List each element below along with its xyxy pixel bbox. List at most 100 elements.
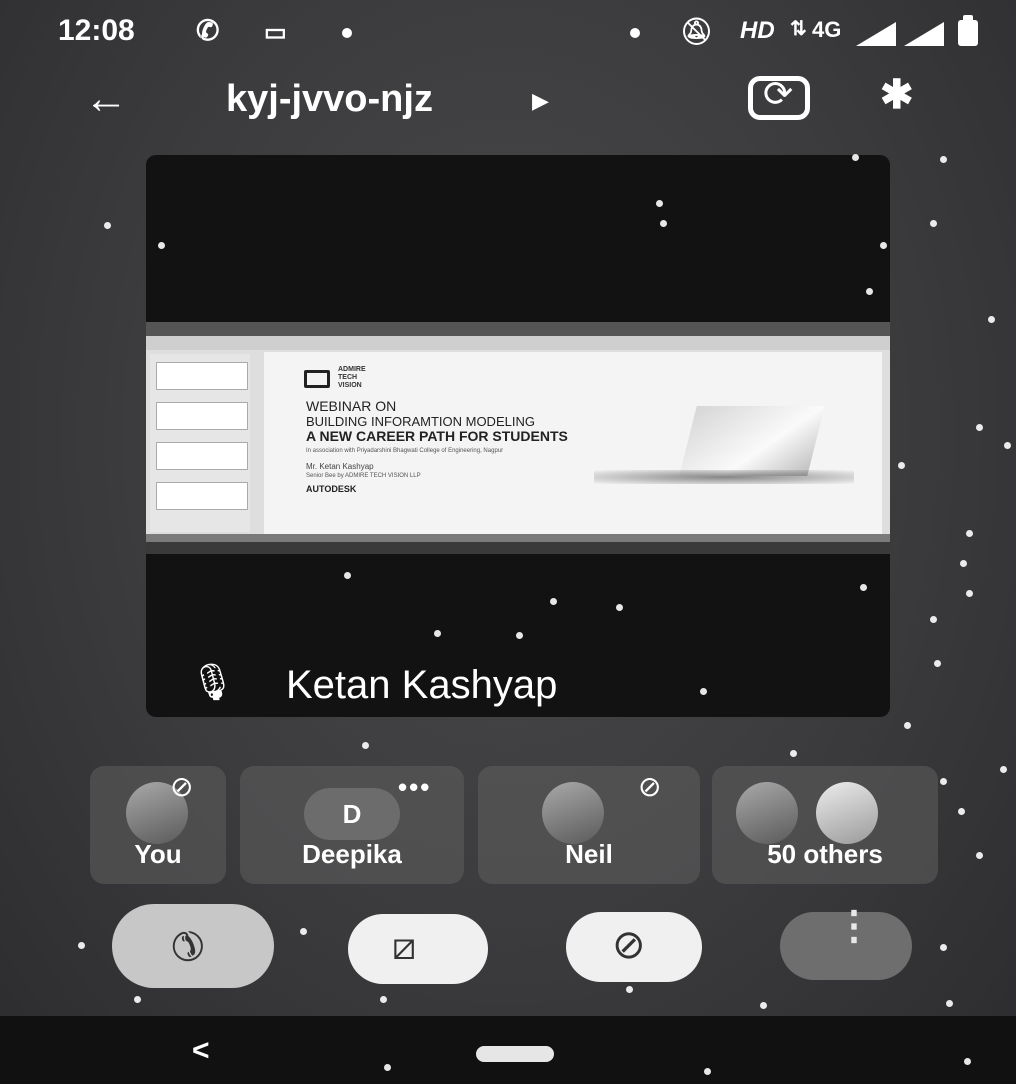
participant-name: Neil xyxy=(565,839,613,869)
speck xyxy=(700,688,707,695)
slide-presenter-role: Senior Bee by ADMIRE TECH VISION LLP xyxy=(306,473,421,479)
participant-tile-deepika[interactable]: D ••• Deepika xyxy=(240,766,464,884)
participant-tile-you[interactable]: ⊘ You xyxy=(90,766,226,884)
notification-dot-icon xyxy=(342,28,352,38)
speck xyxy=(790,750,797,757)
participant-name: Deepika xyxy=(302,839,402,869)
participant-tile-others[interactable]: 50 others xyxy=(712,766,938,884)
autodesk-logo: AUTODESK xyxy=(306,484,357,494)
mic-toggle-button[interactable]: ⊘ xyxy=(566,912,702,982)
mic-off-icon: ⊘ xyxy=(170,771,194,802)
speck xyxy=(384,1064,391,1071)
back-arrow-icon[interactable]: ← xyxy=(84,74,128,124)
speck xyxy=(958,808,965,815)
speck xyxy=(1004,442,1011,449)
camera-toggle-button[interactable]: ⧄ xyxy=(348,914,488,984)
slide-thumbnail xyxy=(156,482,248,510)
bluetooth-icon[interactable]: ✱ xyxy=(880,72,914,118)
slide-thumbnail xyxy=(156,362,248,390)
speck xyxy=(930,616,937,623)
more-dots-icon[interactable]: ••• xyxy=(398,772,431,803)
speck xyxy=(344,572,351,579)
speck xyxy=(898,462,905,469)
camera-off-icon: ⧄ xyxy=(392,926,417,968)
app-toolbar xyxy=(146,322,890,336)
participant-tile-neil[interactable]: ⊘ Neil xyxy=(478,766,700,884)
speck xyxy=(860,584,867,591)
shared-taskbar xyxy=(146,542,890,554)
mic-off-icon: 🎙︎ xyxy=(190,661,236,702)
speck xyxy=(626,986,633,993)
avatar xyxy=(542,782,604,844)
speck xyxy=(964,1058,971,1065)
speck xyxy=(960,560,967,567)
logo-text: ADMIRE TECH VISION xyxy=(338,366,366,389)
speck xyxy=(660,220,667,227)
data-arrows-icon: ⇅ xyxy=(790,18,807,40)
slide-presenter: Mr. Ketan Kashyap xyxy=(306,462,374,471)
switch-camera-icon[interactable] xyxy=(748,73,810,120)
admire-logo-icon xyxy=(304,370,330,388)
speck xyxy=(940,944,947,951)
speck xyxy=(934,660,941,667)
hd-indicator: HD xyxy=(740,17,775,44)
app-ribbon xyxy=(146,336,890,350)
speck xyxy=(616,604,623,611)
avatar xyxy=(736,782,798,844)
chevron-right-icon[interactable]: ▶ xyxy=(532,88,549,114)
speck xyxy=(988,316,995,323)
slide-heading: WEBINAR ON xyxy=(306,398,397,414)
meet-call-screen: 12:08 ✆ ▭ 🔕︎ HD ⇅ 4G ← kyj-jvvo-njz ▶ ✱ xyxy=(0,0,1016,1084)
mute-bell-icon: 🔕︎ xyxy=(680,16,714,46)
speck xyxy=(946,1000,953,1007)
end-call-icon: ✆ xyxy=(159,917,215,973)
speck xyxy=(550,598,557,605)
mic-off-icon: ⊘ xyxy=(638,771,662,802)
status-dot-icon xyxy=(630,28,640,38)
signal-2-icon xyxy=(904,22,944,46)
slide-subheading: BUILDING INFORAMTION MODELING xyxy=(306,414,535,429)
speck xyxy=(516,632,523,639)
paper-shadow xyxy=(594,470,854,484)
mic-off-icon: ⊘ xyxy=(612,923,646,967)
speck xyxy=(434,630,441,637)
avatar xyxy=(816,782,878,844)
signal-1-icon xyxy=(856,22,896,46)
status-time: 12:08 xyxy=(58,14,135,47)
speck xyxy=(300,928,307,935)
status-bar: 12:08 ✆ ▭ 🔕︎ HD ⇅ 4G xyxy=(0,0,1016,70)
speck xyxy=(760,1002,767,1009)
speck xyxy=(930,220,937,227)
slide-title: A NEW CAREER PATH FOR STUDENTS xyxy=(306,428,568,444)
speaker-name: Ketan Kashyap xyxy=(286,663,558,707)
speck xyxy=(940,778,947,785)
slide-thumbnail xyxy=(156,442,248,470)
speck xyxy=(1000,766,1007,773)
speck xyxy=(134,996,141,1003)
meeting-code[interactable]: kyj-jvvo-njz xyxy=(226,78,433,121)
paper-graphic xyxy=(679,406,825,476)
speck xyxy=(880,242,887,249)
slide-thumbnail xyxy=(156,402,248,430)
more-options-icon: ⋮ xyxy=(834,904,874,948)
notification-icon: ▭ xyxy=(264,19,287,46)
end-call-button[interactable]: ✆ xyxy=(112,904,274,988)
slide-association: In association with Priyadarshini Bhagwa… xyxy=(306,448,504,454)
speck xyxy=(976,424,983,431)
participant-name: You xyxy=(134,839,182,869)
avatar: D xyxy=(304,788,400,840)
more-options-button[interactable]: ⋮ xyxy=(780,904,912,980)
system-back-icon[interactable]: < xyxy=(192,1034,210,1068)
slide-thumbnails xyxy=(150,354,250,532)
speck xyxy=(852,154,859,161)
speck xyxy=(158,242,165,249)
speck xyxy=(976,852,983,859)
speck xyxy=(966,590,973,597)
speck xyxy=(866,288,873,295)
speck xyxy=(78,942,85,949)
speck xyxy=(362,742,369,749)
speck xyxy=(940,156,947,163)
home-pill-button[interactable] xyxy=(476,1046,554,1062)
participant-name: 50 others xyxy=(767,839,883,869)
slide-canvas: ADMIRE TECH VISION WEBINAR ON BUILDING I… xyxy=(264,352,882,534)
